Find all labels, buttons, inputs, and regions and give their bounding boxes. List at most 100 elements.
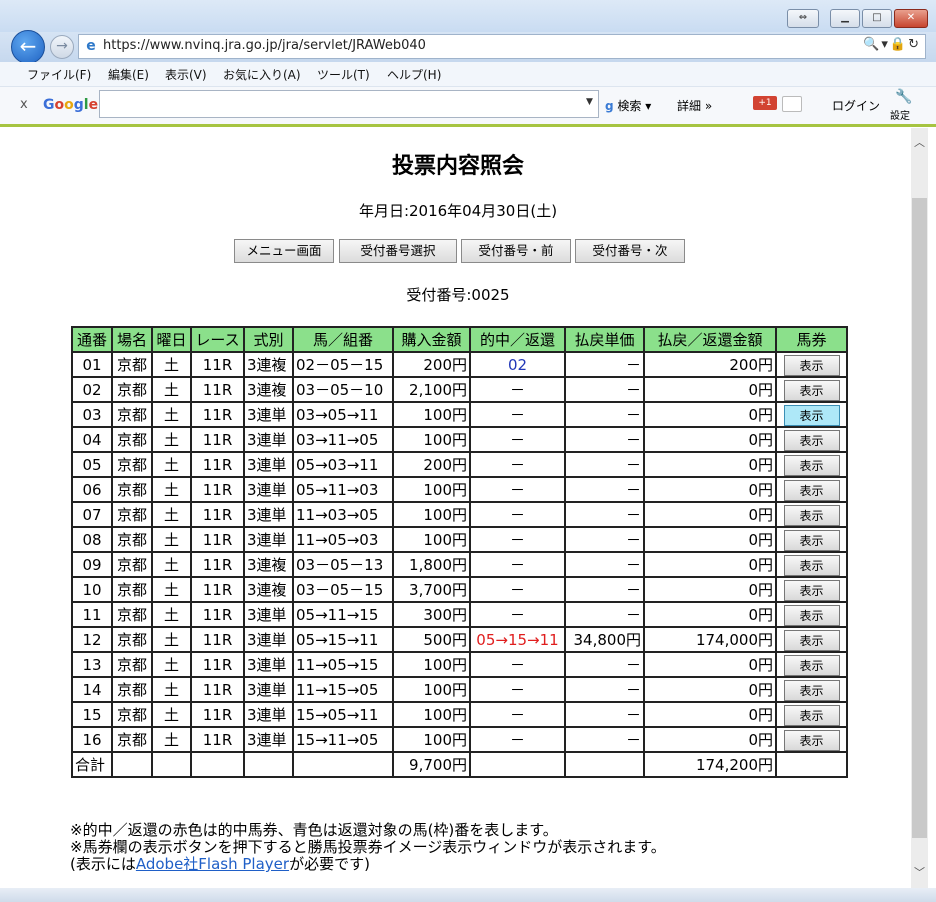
hit-cell: －: [469, 576, 566, 603]
ticket-cell: 表示: [775, 526, 848, 553]
bet-results-table: 通番 場名 曜日 レース 式別 馬／組番 購入金額 的中／返還 払戻単価 払戻／…: [71, 326, 848, 778]
show-ticket-button[interactable]: 表示: [783, 604, 840, 625]
show-ticket-button[interactable]: 表示: [783, 379, 840, 400]
chevron-down-icon[interactable]: ▼: [586, 97, 593, 107]
receipt-prev-button[interactable]: 受付番号・前: [461, 239, 571, 263]
flash-player-link[interactable]: Adobe社Flash Player: [136, 855, 289, 873]
amount-cell: 100円: [392, 526, 471, 553]
unit-price-cell: －: [564, 601, 645, 628]
scroll-up-icon[interactable]: ︿: [911, 132, 928, 154]
minimize-button[interactable]: ▁: [830, 9, 860, 28]
amount-cell: 100円: [392, 726, 471, 753]
menu-favorites[interactable]: お気に入り(A): [223, 66, 301, 83]
wrench-icon[interactable]: 🔧: [895, 89, 912, 105]
serial-cell: 12: [71, 626, 113, 653]
show-ticket-button[interactable]: 表示: [783, 429, 840, 450]
google-search-button[interactable]: g 検索 ▾: [605, 97, 651, 114]
serial-cell: 11: [71, 601, 113, 628]
ticket-cell: 表示: [775, 601, 848, 628]
serial-cell: 14: [71, 676, 113, 703]
menu-help[interactable]: ヘルプ(H): [387, 66, 441, 83]
show-ticket-button[interactable]: 表示: [783, 704, 840, 725]
toolbar-close-icon[interactable]: x: [20, 97, 28, 112]
hit-cell: －: [469, 526, 566, 553]
amount-cell: 100円: [392, 501, 471, 528]
day-cell: 土: [151, 351, 192, 378]
unit-price-cell: －: [564, 476, 645, 503]
serial-cell: 10: [71, 576, 113, 603]
empty-cell: [469, 751, 566, 778]
toggle-icon[interactable]: [782, 96, 802, 112]
table-row: 15 京都土 11R 3連単 15→05→11 100円－－ 0円 表示: [71, 701, 848, 728]
unit-price-cell: －: [564, 451, 645, 478]
bet-type-cell: 3連単: [243, 526, 294, 553]
show-ticket-button[interactable]: 表示: [783, 729, 840, 750]
empty-cell: [190, 751, 245, 778]
scroll-down-icon[interactable]: ﹀: [911, 862, 928, 884]
menu-tools[interactable]: ツール(T): [317, 66, 370, 83]
payout-cell: 0円: [643, 476, 777, 503]
day-cell: 土: [151, 451, 192, 478]
window-titlebar: ⇔ ▁ □ ✕: [0, 0, 936, 32]
day-cell: 土: [151, 501, 192, 528]
race-cell: 11R: [190, 476, 245, 503]
race-cell: 11R: [190, 551, 245, 578]
menu-view[interactable]: 表示(V): [165, 66, 207, 83]
menu-edit[interactable]: 編集(E): [108, 66, 149, 83]
show-ticket-button[interactable]: 表示: [783, 504, 840, 525]
show-ticket-button[interactable]: 表示: [783, 654, 840, 675]
empty-cell: [111, 751, 153, 778]
table-row: 10 京都土 11R 3連複 03－05－15 3,700円－－ 0円 表示: [71, 576, 848, 603]
scroll-thumb[interactable]: [912, 198, 927, 838]
unit-price-cell: 34,800円: [564, 626, 645, 653]
back-arrow-icon[interactable]: ←: [11, 30, 45, 64]
day-cell: 土: [151, 576, 192, 603]
settings-label[interactable]: 設定: [890, 107, 910, 122]
race-cell: 11R: [190, 376, 245, 403]
col-header: 購入金額: [392, 326, 471, 353]
payout-cell: 200円: [643, 351, 777, 378]
page-title: 投票内容照会: [391, 154, 524, 179]
col-header: 式別: [243, 326, 294, 353]
details-button[interactable]: 詳細 »: [677, 97, 712, 114]
ticket-cell: 表示: [775, 551, 848, 578]
amount-cell: 100円: [392, 701, 471, 728]
venue-cell: 京都: [111, 476, 153, 503]
combination-cell: 03→05→11: [292, 401, 394, 428]
maximize-button[interactable]: □: [862, 9, 892, 28]
note-line: ※的中／返還の赤色は的中馬券、青色は返還対象の馬(枠)番を表します。: [70, 821, 558, 839]
login-button[interactable]: ログイン: [832, 97, 880, 114]
forward-arrow-icon[interactable]: →: [50, 35, 74, 59]
address-actions-icons[interactable]: 🔍▾🔒↻: [863, 37, 921, 52]
hit-cell: －: [469, 551, 566, 578]
receipt-next-button[interactable]: 受付番号・次: [575, 239, 685, 263]
address-bar[interactable]: e https://www.nvinq.jra.go.jp/jra/servle…: [78, 34, 926, 59]
show-ticket-button[interactable]: 表示: [783, 454, 840, 475]
note-line: ※馬券欄の表示ボタンを押下すると勝馬投票券イメージ表示ウィンドウが表示されます。: [70, 838, 666, 856]
google-search-input[interactable]: [99, 90, 599, 118]
menu-screen-button[interactable]: メニュー画面: [234, 239, 334, 263]
race-cell: 11R: [190, 601, 245, 628]
show-ticket-button[interactable]: 表示: [783, 479, 840, 500]
day-cell: 土: [151, 401, 192, 428]
show-ticket-button[interactable]: 表示: [783, 404, 840, 425]
url-text[interactable]: https://www.nvinq.jra.go.jp/jra/servlet/…: [103, 38, 426, 53]
receipt-select-button[interactable]: 受付番号選択: [339, 239, 457, 263]
menu-bar: ファイル(F) 編集(E) 表示(V) お気に入り(A) ツール(T) ヘルプ(…: [0, 62, 936, 87]
notes: ※的中／返還の赤色は的中馬券、青色は返還対象の馬(枠)番を表します。 ※馬券欄の…: [70, 822, 666, 873]
show-ticket-button[interactable]: 表示: [783, 679, 840, 700]
show-ticket-button[interactable]: 表示: [783, 629, 840, 650]
bet-type-cell: 3連単: [243, 701, 294, 728]
show-ticket-button[interactable]: 表示: [783, 579, 840, 600]
show-ticket-button[interactable]: 表示: [783, 554, 840, 575]
hit-cell: －: [469, 726, 566, 753]
menu-file[interactable]: ファイル(F): [27, 66, 91, 83]
day-cell: 土: [151, 551, 192, 578]
restore-size-icon[interactable]: ⇔: [787, 9, 819, 28]
vertical-scrollbar[interactable]: ︿ ﹀: [911, 128, 928, 888]
show-ticket-button[interactable]: 表示: [783, 354, 840, 375]
show-ticket-button[interactable]: 表示: [783, 529, 840, 550]
gplus-icon[interactable]: +1: [753, 96, 777, 110]
close-window-button[interactable]: ✕: [894, 9, 928, 28]
day-cell: 土: [151, 726, 192, 753]
